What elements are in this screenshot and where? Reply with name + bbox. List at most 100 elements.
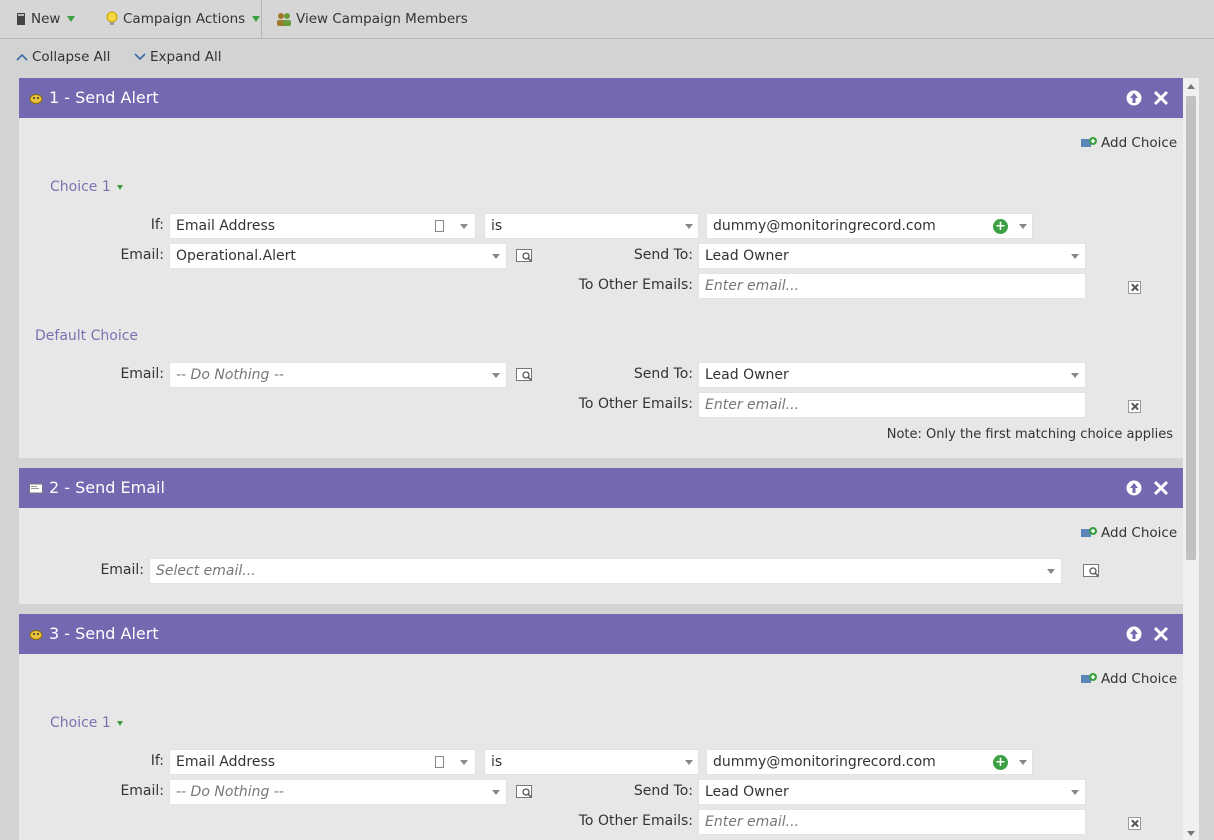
collapse-all-button[interactable]: Collapse All (16, 49, 110, 65)
add-value-icon[interactable]: + (993, 755, 1008, 770)
step-title: 1 - Send Alert (49, 88, 159, 107)
choice-1-toggle[interactable]: Choice 1 (50, 179, 123, 195)
other-emails-label: To Other Emails: (578, 396, 693, 412)
default-choice-text: Default Choice (35, 328, 139, 344)
attribute-value: Email Address (176, 754, 276, 770)
add-choice-icon (1081, 673, 1097, 683)
send-to-value: Lead Owner (705, 248, 789, 264)
if-label: If: (150, 217, 164, 233)
send-to-select[interactable]: Lead Owner (698, 779, 1086, 805)
add-choice-button[interactable]: Add Choice (1081, 135, 1177, 151)
flow-step-send-email: 2 - Send Email Add Choice Email: Select … (19, 468, 1183, 604)
value-input[interactable]: dummy@monitoringrecord.com + (706, 749, 1033, 775)
attribute-select[interactable]: Email Address (169, 749, 476, 775)
document-icon (17, 12, 25, 25)
choice-1-toggle[interactable]: Choice 1 (50, 715, 123, 731)
chevron-down-icon (1047, 569, 1055, 574)
chevron-down-icon (1019, 224, 1027, 229)
add-choice-label: Add Choice (1101, 135, 1178, 151)
close-icon[interactable] (1153, 480, 1169, 496)
email-value: -- Do Nothing -- (176, 784, 284, 800)
other-emails-label: To Other Emails: (578, 277, 693, 293)
send-to-select[interactable]: Lead Owner (698, 243, 1086, 269)
delete-choice-icon[interactable] (1128, 817, 1141, 830)
chevron-down-icon (1071, 790, 1079, 795)
preview-email-icon[interactable] (516, 248, 534, 264)
scroll-down-icon[interactable] (1187, 831, 1195, 836)
expand-all-label: Expand All (150, 49, 222, 65)
expand-all-button[interactable]: Expand All (134, 49, 222, 65)
close-icon[interactable] (1153, 90, 1169, 106)
delete-choice-icon[interactable] (1128, 281, 1141, 294)
collapse-all-label: Collapse All (32, 49, 111, 65)
email-label: Email: (120, 366, 164, 382)
email-label: Email: (100, 562, 144, 578)
default-other-emails-input[interactable]: Enter email... (698, 392, 1086, 418)
choice-label: Choice 1 (50, 179, 111, 195)
scrollbar-thumb[interactable] (1186, 96, 1196, 560)
value-input[interactable]: dummy@monitoringrecord.com + (706, 213, 1033, 239)
move-up-icon[interactable] (1126, 90, 1142, 106)
send-to-value: Lead Owner (705, 367, 789, 383)
dropdown-arrow-icon (252, 15, 261, 22)
chevron-down-icon (1019, 760, 1027, 765)
view-campaign-members-button[interactable]: View Campaign Members (276, 0, 468, 37)
other-emails-label: To Other Emails: (578, 813, 693, 829)
preview-email-icon[interactable] (516, 367, 534, 383)
operator-select[interactable]: is (484, 749, 699, 775)
step-header[interactable]: 2 - Send Email (19, 468, 1183, 508)
move-up-icon[interactable] (1126, 626, 1142, 642)
add-choice-button[interactable]: Add Choice (1081, 525, 1177, 541)
other-emails-placeholder: Enter email... (705, 278, 799, 294)
step-header[interactable]: 3 - Send Alert (19, 614, 1183, 654)
field-picker-icon[interactable] (435, 220, 444, 232)
operator-value: is (491, 754, 503, 770)
field-picker-icon[interactable] (435, 756, 444, 768)
send-to-value: Lead Owner (705, 784, 789, 800)
email-value: -- Do Nothing -- (176, 367, 284, 383)
flow-step-send-alert: 1 - Send Alert Add Choice Choice 1 If: E… (19, 78, 1183, 458)
dropdown-arrow-icon (116, 184, 123, 190)
email-select[interactable]: -- Do Nothing -- (169, 779, 507, 805)
lightbulb-icon (106, 11, 118, 25)
chevron-down-icon (460, 760, 468, 765)
step-header[interactable]: 1 - Send Alert (19, 78, 1183, 118)
add-value-icon[interactable]: + (993, 219, 1008, 234)
close-icon[interactable] (1153, 626, 1169, 642)
chevron-down-icon (1071, 254, 1079, 259)
new-button[interactable]: New (15, 0, 76, 37)
email-placeholder: Select email... (156, 563, 256, 579)
scroll-up-icon[interactable] (1187, 84, 1195, 89)
people-icon (277, 12, 291, 26)
attribute-value: Email Address (176, 218, 276, 234)
email-select[interactable]: Operational.Alert (169, 243, 507, 269)
view-campaign-members-label: View Campaign Members (296, 10, 468, 27)
toolbar-divider (261, 0, 262, 38)
default-email-select[interactable]: -- Do Nothing -- (169, 362, 507, 388)
campaign-actions-label: Campaign Actions (123, 10, 246, 27)
alert-bell-icon (29, 94, 43, 104)
add-choice-icon (1081, 527, 1097, 537)
new-label: New (31, 10, 61, 27)
email-label: Email: (120, 247, 164, 263)
operator-select[interactable]: is (484, 213, 699, 239)
alert-bell-icon (29, 630, 43, 640)
preview-email-icon[interactable] (516, 784, 534, 800)
campaign-actions-button[interactable]: Campaign Actions (105, 0, 261, 37)
attribute-select[interactable]: Email Address (169, 213, 476, 239)
add-choice-label: Add Choice (1101, 525, 1178, 541)
delete-default-icon[interactable] (1128, 400, 1141, 413)
default-choice-label: Default Choice (35, 328, 138, 344)
add-choice-button[interactable]: Add Choice (1081, 671, 1177, 687)
move-up-icon[interactable] (1126, 480, 1142, 496)
email-select[interactable]: Select email... (149, 558, 1062, 584)
other-emails-input[interactable]: Enter email... (698, 273, 1086, 299)
preview-email-icon[interactable] (1083, 563, 1101, 579)
flow-step-send-alert: 3 - Send Alert Add Choice Choice 1 If: E… (19, 614, 1183, 840)
toolbar: New Campaign Actions View Campaign Membe… (0, 0, 1214, 39)
default-send-to-select[interactable]: Lead Owner (698, 362, 1086, 388)
add-choice-icon (1081, 137, 1097, 147)
email-icon (29, 483, 43, 494)
other-emails-input[interactable]: Enter email... (698, 809, 1086, 835)
chevron-up-icon (16, 53, 28, 61)
